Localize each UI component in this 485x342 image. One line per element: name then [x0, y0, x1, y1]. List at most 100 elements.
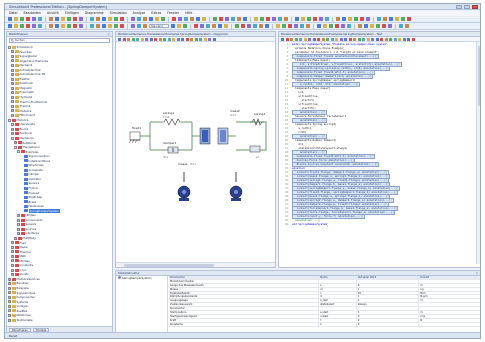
collapse-icon[interactable]: - [8, 118, 11, 122]
toolbar-button-icon[interactable] [167, 37, 171, 41]
toolbar-button-icon[interactable] [137, 24, 141, 28]
toolbar-button-icon[interactable] [360, 17, 364, 21]
toolbar-button-icon[interactable] [265, 24, 269, 28]
expand-icon[interactable]: + [8, 295, 11, 299]
collapse-icon[interactable]: - [17, 150, 20, 154]
expand-icon[interactable]: + [11, 104, 14, 108]
expand-icon[interactable]: + [17, 218, 20, 222]
toolbar-button-icon[interactable] [370, 24, 374, 28]
toolbar-button-icon[interactable] [212, 24, 216, 28]
toolbar-button-icon[interactable] [241, 24, 245, 28]
toolbar-button-icon[interactable] [185, 37, 189, 41]
toolbar-button-icon[interactable] [371, 37, 374, 41]
toolbar-button-icon[interactable] [335, 24, 339, 28]
expand-icon[interactable]: + [11, 113, 14, 117]
toolbar-button-icon[interactable] [213, 17, 217, 21]
toolbar-button-icon[interactable] [281, 37, 284, 41]
toolbar-button-icon[interactable] [20, 24, 24, 28]
expand-icon[interactable]: + [17, 232, 20, 236]
toolbar-button-icon[interactable] [8, 17, 12, 21]
toolbar-button-icon[interactable] [294, 37, 298, 41]
toolbar-button-icon[interactable] [321, 37, 325, 41]
toolbar-button-icon[interactable] [208, 37, 211, 41]
toolbar-button-icon[interactable] [96, 17, 100, 21]
toolbar-button-icon[interactable] [383, 17, 387, 21]
toolbar-button-icon[interactable] [354, 17, 358, 21]
mass1-component[interactable]: mass1 m=1 [178, 127, 211, 166]
collapse-icon[interactable]: - [8, 45, 11, 49]
expand-icon[interactable]: + [11, 123, 14, 127]
expand-icon[interactable]: + [8, 291, 11, 295]
toolbar-button-icon[interactable] [407, 37, 410, 41]
expand-icon[interactable]: + [11, 68, 14, 72]
toolbar-button-icon[interactable] [145, 37, 148, 41]
spring2-component[interactable]: spring2 sd [249, 112, 265, 159]
toolbar-button-icon[interactable] [303, 37, 307, 41]
toolbar-button-icon[interactable] [377, 17, 381, 21]
toolbar-button-icon[interactable] [398, 37, 401, 41]
toolbar-button-icon[interactable] [247, 24, 251, 28]
toolbar-button-icon[interactable] [149, 17, 153, 21]
toolbar-button-icon[interactable] [14, 24, 18, 28]
toolbar-button-icon[interactable] [26, 24, 30, 28]
toolbar-button-icon[interactable] [254, 17, 258, 21]
toolbar-button-icon[interactable] [120, 17, 124, 21]
toolbar-button-icon[interactable] [102, 17, 106, 21]
toolbar-button-icon[interactable] [212, 37, 216, 41]
toolbar-button-icon[interactable] [348, 37, 352, 41]
toolbar-button-icon[interactable] [140, 37, 144, 41]
toolbar-button-icon[interactable] [90, 24, 94, 28]
toolbar-button-icon[interactable] [411, 37, 415, 41]
toolbar-button-icon[interactable] [131, 24, 135, 28]
toolbar-button-icon[interactable] [114, 17, 118, 21]
toolbar-button-icon[interactable] [284, 17, 288, 21]
expand-icon[interactable]: + [8, 286, 11, 290]
toolbar-button-icon[interactable] [364, 24, 368, 28]
toolbar-button-icon[interactable] [190, 17, 194, 21]
toolbar-button-icon[interactable] [178, 17, 182, 21]
expand-icon[interactable]: + [11, 100, 14, 104]
toolbar-button-icon[interactable] [131, 37, 135, 41]
expand-icon[interactable]: + [11, 273, 14, 277]
toolbar-button-icon[interactable] [149, 37, 153, 41]
toolbar-button-icon[interactable] [384, 37, 388, 41]
expand-icon[interactable]: + [8, 282, 11, 286]
toolbar-button-icon[interactable] [176, 37, 180, 41]
toolbar-button-icon[interactable] [317, 24, 321, 28]
expand-icon[interactable]: + [8, 300, 11, 304]
toolbar-button-icon[interactable] [344, 37, 347, 41]
expand-icon[interactable]: + [11, 95, 14, 99]
toolbar-button-icon[interactable] [26, 17, 30, 21]
collapse-icon[interactable]: - [14, 145, 17, 149]
toolbar-button-icon[interactable] [401, 17, 405, 21]
toolbar-button-icon[interactable] [49, 17, 53, 21]
toolbar-button-icon[interactable] [108, 24, 112, 28]
toolbar-button-icon[interactable] [288, 24, 292, 28]
toolbar-button-icon[interactable] [161, 17, 165, 21]
tree-item[interactable]: + Testmodelle [8, 318, 111, 323]
close-icon[interactable]: × [107, 32, 112, 36]
toolbar-button-icon[interactable] [339, 37, 343, 41]
expand-icon[interactable]: + [11, 268, 14, 272]
toolbar-button-icon[interactable] [79, 17, 83, 21]
toolbar-button-icon[interactable] [308, 37, 311, 41]
toolbar-button-icon[interactable] [290, 37, 293, 41]
toolbar-button-icon[interactable] [253, 24, 257, 28]
toolbar-button-icon[interactable] [266, 17, 270, 21]
toolbar-button-icon[interactable] [158, 37, 162, 41]
diagram-horizontal-scrollbar[interactable] [116, 262, 275, 267]
expand-icon[interactable]: + [17, 214, 20, 217]
toolbar-button-icon[interactable] [348, 17, 352, 21]
toolbar-button-icon[interactable] [203, 37, 207, 41]
toolbar-button-icon[interactable] [194, 37, 198, 41]
toolbar-button-icon[interactable] [366, 17, 370, 21]
expand-icon[interactable]: + [8, 318, 11, 322]
expand-icon[interactable]: + [11, 127, 14, 131]
toolbar-button-icon[interactable] [184, 17, 188, 21]
toolbar-button-icon[interactable] [312, 37, 316, 41]
toolbar-button-icon[interactable] [231, 17, 235, 21]
toolbar-button-icon[interactable] [366, 37, 370, 41]
toolbar-button-icon[interactable] [237, 17, 241, 21]
expand-icon[interactable]: + [11, 250, 14, 254]
toolbar-button-icon[interactable] [301, 17, 305, 21]
